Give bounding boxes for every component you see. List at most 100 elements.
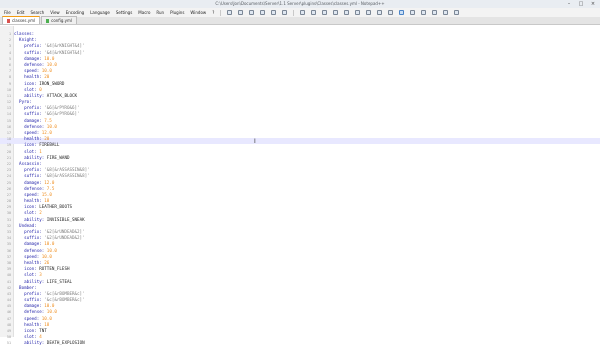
yaml-key: speed:: [24, 253, 42, 259]
save-all-icon[interactable]: [260, 10, 266, 15]
yaml-key: Bomber:: [19, 284, 37, 290]
indent-guide-icon[interactable]: [421, 10, 427, 15]
yaml-value: 10.0: [44, 241, 55, 247]
yaml-value: 15.0: [41, 191, 52, 197]
word-wrap-icon[interactable]: [399, 10, 405, 15]
tab-label: config.yml: [51, 18, 73, 23]
tab-config-yml[interactable]: config.yml: [41, 16, 78, 24]
replace-icon[interactable]: [366, 10, 372, 15]
close-icon[interactable]: ×: [588, 1, 598, 7]
yaml-value: TNT: [39, 328, 47, 333]
yaml-key: ability:: [24, 216, 47, 222]
menu-window[interactable]: Window: [190, 10, 206, 15]
print-icon[interactable]: [282, 10, 288, 15]
yaml-key: icon:: [24, 142, 40, 148]
menu-run[interactable]: Run: [156, 10, 164, 15]
code-line[interactable]: 51 ability: DEATH_EXPLOSION: [7, 340, 600, 346]
tab-bar: classes.yml config.yml: [0, 16, 600, 25]
yaml-value: 1: [39, 148, 42, 154]
yaml-value: 10.0: [44, 303, 55, 309]
yaml-key: suffix:: [24, 297, 45, 303]
zoom-out-icon[interactable]: [388, 10, 394, 15]
yaml-value: 10.0: [46, 61, 57, 67]
maximize-icon[interactable]: □: [576, 1, 586, 7]
menu-search[interactable]: Search: [30, 10, 44, 15]
code-view[interactable]: 1 classes: 2 Knight: 3 prefix: '&4[&rKNIGHT…: [7, 31, 600, 347]
yaml-value: '&4[&rKNIGHT&4]': [44, 43, 85, 49]
yaml-key: speed:: [24, 68, 42, 74]
yaml-value: 0: [39, 86, 42, 92]
yaml-key: icon:: [24, 80, 40, 86]
yaml-key: slot:: [24, 210, 40, 216]
toolbar-separator: [293, 9, 295, 16]
yaml-key: prefix:: [24, 105, 45, 111]
yaml-key: prefix:: [24, 290, 45, 296]
new-file-icon[interactable]: [227, 10, 233, 15]
zoom-in-icon[interactable]: [377, 10, 383, 15]
play-macro-icon[interactable]: [454, 10, 460, 15]
yaml-value: LIFE_STEAL: [46, 278, 73, 284]
menu-settings[interactable]: Settings: [116, 10, 132, 15]
toolbar-separator: [220, 9, 222, 16]
yaml-key: health:: [24, 259, 45, 265]
find-icon[interactable]: [355, 10, 361, 15]
editor-area[interactable]: 1 classes: 2 Knight: 3 prefix: '&4[&rKNIGHT…: [0, 26, 600, 345]
yaml-key: slot:: [24, 86, 40, 92]
file-icon: [7, 18, 10, 23]
yaml-value: LEATHER_BOOTS: [39, 204, 73, 210]
yaml-key: Assassin:: [19, 160, 42, 166]
yaml-key: damage:: [24, 179, 45, 185]
yaml-value: DEATH_EXPLOSION: [46, 340, 85, 346]
yaml-key: suffix:: [24, 49, 45, 55]
yaml-value: 10.0: [46, 247, 57, 253]
close-file-icon[interactable]: [271, 10, 277, 15]
minimize-icon[interactable]: –: [564, 1, 574, 7]
yaml-value: 20: [44, 136, 50, 142]
menu-edit[interactable]: Edit: [17, 10, 25, 15]
tab-label: classes.yml: [12, 18, 36, 23]
menu-language[interactable]: Language: [90, 10, 110, 15]
yaml-value: 10.0: [41, 253, 52, 259]
yaml-value: 26: [44, 259, 50, 265]
yaml-value: '&8[&rASSASSIN&8]': [44, 173, 90, 179]
yaml-key: health:: [24, 74, 45, 80]
stop-macro-icon[interactable]: [443, 10, 449, 15]
save-icon[interactable]: [249, 10, 255, 15]
open-file-icon[interactable]: [238, 10, 244, 15]
menu-macro[interactable]: Macro: [138, 10, 150, 15]
paste-icon[interactable]: [322, 10, 328, 15]
show-all-chars-icon[interactable]: [410, 10, 416, 15]
yaml-value: 3: [39, 272, 42, 278]
yaml-value: 10.0: [46, 123, 57, 129]
yaml-key: speed:: [24, 315, 42, 321]
menu-help[interactable]: ?: [212, 10, 214, 15]
yaml-key: speed:: [24, 130, 42, 135]
undo-icon[interactable]: [333, 10, 339, 15]
menu-plugins[interactable]: Plugins: [170, 10, 184, 15]
record-macro-icon[interactable]: [432, 10, 438, 15]
cut-icon[interactable]: [300, 10, 306, 15]
yaml-value: 7.5: [44, 117, 52, 123]
yaml-value: 10.0: [41, 315, 52, 321]
copy-icon[interactable]: [311, 10, 317, 15]
yaml-value: 2: [39, 210, 42, 216]
menu-file[interactable]: File: [4, 10, 11, 15]
tab-classes-yml[interactable]: classes.yml: [2, 16, 41, 24]
redo-icon[interactable]: [344, 10, 350, 15]
menu-encoding[interactable]: Encoding: [66, 10, 84, 15]
menu-view[interactable]: View: [50, 10, 60, 15]
